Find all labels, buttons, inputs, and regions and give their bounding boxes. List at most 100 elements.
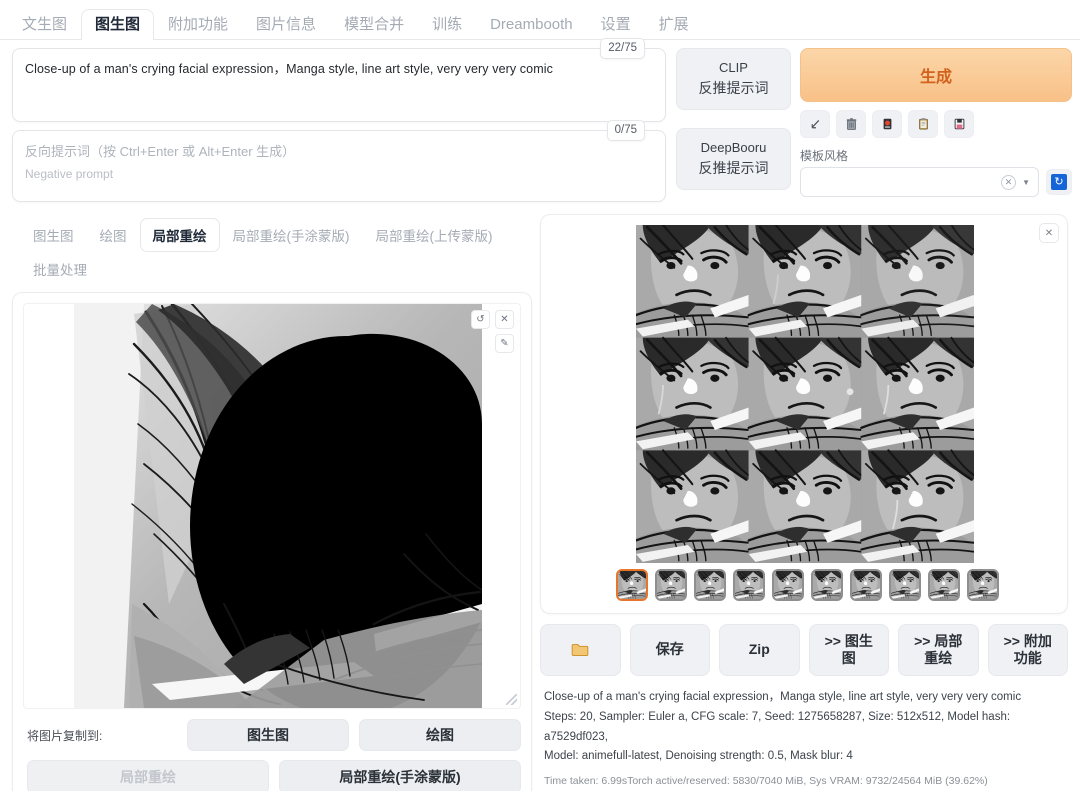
result-image[interactable]: [636, 225, 974, 563]
inpaint-source-image[interactable]: [74, 304, 482, 708]
negative-placeholder-cn: 反向提示词（按 Ctrl+Enter 或 Alt+Enter 生成）: [25, 144, 296, 159]
copy-image-to-row-2: 局部重绘 局部重绘(手涂蒙版): [23, 760, 521, 791]
close-icon[interactable]: ✕: [495, 310, 514, 329]
folder-icon: [571, 644, 589, 657]
negative-prompt-input[interactable]: 反向提示词（按 Ctrl+Enter 或 Alt+Enter 生成） Negat…: [13, 131, 665, 194]
styles-select[interactable]: ✕ ▼: [800, 167, 1039, 197]
send-img2img-line1: >> 图生: [824, 632, 873, 649]
subtab-inpaint-sketch[interactable]: 局部重绘(手涂蒙版): [220, 218, 363, 252]
result-grid-3x3: [636, 225, 974, 563]
tab-img2img[interactable]: 图生图: [81, 9, 155, 40]
result-gallery-card: ✕: [540, 214, 1068, 614]
tab-extras[interactable]: 附加功能: [154, 9, 242, 40]
clip-label-line2: 反推提示词: [698, 80, 769, 97]
info-prompt-line: Close-up of a man's crying facial expres…: [544, 691, 1022, 703]
main-tab-bar: 文生图 图生图 附加功能 图片信息 模型合并 训练 Dreambooth 设置 …: [0, 0, 1080, 40]
manga-artwork: [74, 304, 482, 708]
thumbnail-6[interactable]: [850, 569, 882, 601]
send-img2img-line2: 图: [841, 650, 856, 666]
negative-placeholder-en: Negative prompt: [25, 166, 114, 181]
result-action-row: 保存 Zip >> 图生 图 >> 局部 重绘 >> 附加 功能: [540, 624, 1068, 676]
generation-controls: CLIP 反推提示词 DeepBooru 反推提示词 生成 模板风格 ✕ ▼ ↻: [676, 48, 1072, 200]
generate-button[interactable]: 生成: [800, 48, 1072, 102]
info-params-line-1: Steps: 20, Sampler: Euler a, CFG scale: …: [544, 710, 1011, 743]
send-extras-line2: 功能: [1013, 650, 1042, 666]
thumbnail-5[interactable]: [811, 569, 843, 601]
tab-txt2img[interactable]: 文生图: [8, 9, 81, 40]
inpaint-panel-card: ↺ ✕ ✎ 将图片复制到: 图生图 绘图 局部重绘 局部重绘(手涂蒙版): [12, 292, 532, 791]
thumbnail-0[interactable]: [616, 569, 648, 601]
chevron-down-icon[interactable]: ▼: [1022, 178, 1030, 187]
result-thumbnail-strip: [616, 569, 999, 601]
copy-to-img2img-button[interactable]: 图生图: [187, 719, 349, 751]
thumbnail-1[interactable]: [655, 569, 687, 601]
generate-column: 生成 模板风格 ✕ ▼ ↻: [800, 48, 1072, 197]
img2img-left-panel: 图生图 绘图 局部重绘 局部重绘(手涂蒙版) 局部重绘(上传蒙版) 批量处理 ↺…: [12, 218, 532, 791]
info-params-line-2: Model: animefull-latest, Denoising stren…: [544, 750, 853, 763]
copy-image-to-row: 将图片复制到: 图生图 绘图: [23, 719, 521, 751]
thumbnail-7[interactable]: [889, 569, 921, 601]
deepbooru-interrogate-button[interactable]: DeepBooru 反推提示词: [676, 128, 791, 190]
styles-row: ✕ ▼ ↻: [800, 167, 1072, 197]
thumbnail-9[interactable]: [967, 569, 999, 601]
tab-checkpoint-merger[interactable]: 模型合并: [330, 9, 418, 40]
interrogate-column: CLIP 反推提示词 DeepBooru 反推提示词: [676, 48, 791, 190]
negative-token-counter: 0/75: [606, 120, 645, 141]
results-panel: ✕ 保存 Zip >> 图生 图 >> 局部 重绘 >> 附加 功能 Close…: [540, 214, 1068, 790]
negative-prompt-box[interactable]: 0/75 反向提示词（按 Ctrl+Enter 或 Alt+Enter 生成） …: [12, 120, 666, 202]
subtab-inpaint-upload[interactable]: 局部重绘(上传蒙版): [363, 218, 506, 252]
resize-grip[interactable]: [506, 694, 517, 705]
img2img-sub-tab-bar: 图生图 绘图 局部重绘 局部重绘(手涂蒙版) 局部重绘(上传蒙版) 批量处理: [12, 218, 532, 286]
open-folder-button[interactable]: [540, 624, 621, 676]
save-button[interactable]: 保存: [629, 624, 710, 676]
subtab-sketch[interactable]: 绘图: [87, 218, 140, 252]
copy-to-inpaint-sketch-button[interactable]: 局部重绘(手涂蒙版): [279, 760, 521, 791]
subtab-inpaint[interactable]: 局部重绘: [139, 218, 220, 252]
refresh-icon: ↻: [1051, 174, 1067, 190]
subtab-img2img[interactable]: 图生图: [20, 218, 87, 252]
thumbnail-4[interactable]: [772, 569, 804, 601]
arrow-down-left-icon[interactable]: [800, 110, 830, 138]
thumbnail-2[interactable]: [694, 569, 726, 601]
subtab-batch[interactable]: 批量处理: [20, 252, 100, 286]
copy-to-label: 将图片复制到:: [27, 728, 103, 743]
generation-info: Close-up of a man's crying facial expres…: [540, 688, 1068, 790]
tab-extensions[interactable]: 扩展: [645, 9, 703, 40]
copy-to-inpaint-button: 局部重绘: [27, 760, 269, 791]
positive-prompt-input[interactable]: Close-up of a man's crying facial expres…: [13, 49, 665, 89]
clip-label-line1: CLIP: [719, 60, 748, 76]
inpaint-canvas[interactable]: ↺ ✕ ✎: [23, 303, 521, 709]
floppy-icon[interactable]: [944, 110, 974, 138]
send-to-inpaint-button[interactable]: >> 局部 重绘: [898, 624, 979, 676]
brush-icon[interactable]: ✎: [495, 334, 514, 353]
deepbooru-label-line1: DeepBooru: [700, 140, 767, 156]
deepbooru-label-line2: 反推提示词: [698, 160, 769, 177]
styles-label: 模板风格: [800, 149, 849, 163]
clip-interrogate-button[interactable]: CLIP 反推提示词: [676, 48, 791, 110]
send-extras-line1: >> 附加: [1003, 632, 1052, 649]
clipboard-icon[interactable]: [908, 110, 938, 138]
send-inpaint-line2: 重绘: [924, 650, 953, 666]
tab-dreambooth[interactable]: Dreambooth: [476, 9, 587, 40]
send-to-img2img-button[interactable]: >> 图生 图: [808, 624, 889, 676]
tab-settings[interactable]: 设置: [587, 9, 645, 40]
tab-train[interactable]: 训练: [418, 9, 476, 40]
positive-token-counter: 22/75: [600, 38, 645, 59]
trash-icon[interactable]: [836, 110, 866, 138]
canvas-tool-group: ↺ ✕ ✎: [471, 310, 514, 353]
zip-button[interactable]: Zip: [719, 624, 800, 676]
save-style-icon[interactable]: [872, 110, 902, 138]
close-icon[interactable]: ✕: [1039, 223, 1059, 243]
info-timing-line: Time taken: 6.99sTorch active/reserved: …: [544, 775, 988, 788]
tab-png-info[interactable]: 图片信息: [242, 9, 330, 40]
thumbnail-8[interactable]: [928, 569, 960, 601]
copy-to-sketch-button[interactable]: 绘图: [359, 719, 521, 751]
send-inpaint-line1: >> 局部: [914, 632, 963, 649]
thumbnail-3[interactable]: [733, 569, 765, 601]
clear-icon[interactable]: ✕: [1001, 174, 1017, 190]
refresh-styles-button[interactable]: ↻: [1046, 169, 1072, 195]
send-to-extras-button[interactable]: >> 附加 功能: [987, 624, 1068, 676]
prompt-tool-icons: [800, 110, 1072, 138]
undo-icon[interactable]: ↺: [471, 310, 490, 329]
positive-prompt-box[interactable]: 22/75 Close-up of a man's crying facial …: [12, 38, 666, 122]
